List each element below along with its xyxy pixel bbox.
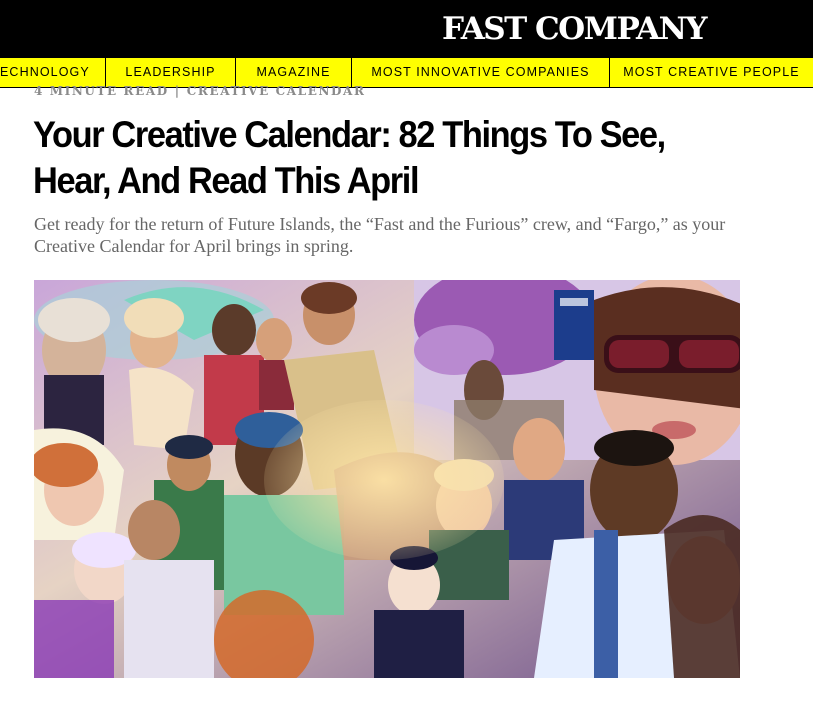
fast-company-logo[interactable]: FAST COMPANY [442,10,708,48]
article-dek: Get ready for the return of Future Islan… [34,214,726,256]
hero-collage-image [34,280,740,678]
nav-item-leadership[interactable]: LEADERSHIP [106,58,236,87]
category-link[interactable]: CREATIVE CALENDAR [187,84,366,98]
site-header: FAST COMPANY [0,0,813,58]
eyebrow-separator: | [174,84,181,98]
nav-item-magazine[interactable]: MAGAZINE [236,58,352,87]
nav-item-technology[interactable]: ECHNOLOGY [0,58,106,87]
nav-item-most-creative-people[interactable]: MOST CREATIVE PEOPLE [610,58,813,87]
article-headline: Your Creative Calendar: 82 Things To See… [33,112,721,204]
read-time: 4 MINUTE READ [34,84,169,98]
headline-line-2: Hear, And Read This April [33,160,420,201]
headline-line-1: Your Creative Calendar: 82 Things To See… [33,114,666,155]
article-eyebrow: 4 MINUTE READ | CREATIVE CALENDAR [34,84,366,100]
nav-item-most-innovative-companies[interactable]: MOST INNOVATIVE COMPANIES [352,58,610,87]
